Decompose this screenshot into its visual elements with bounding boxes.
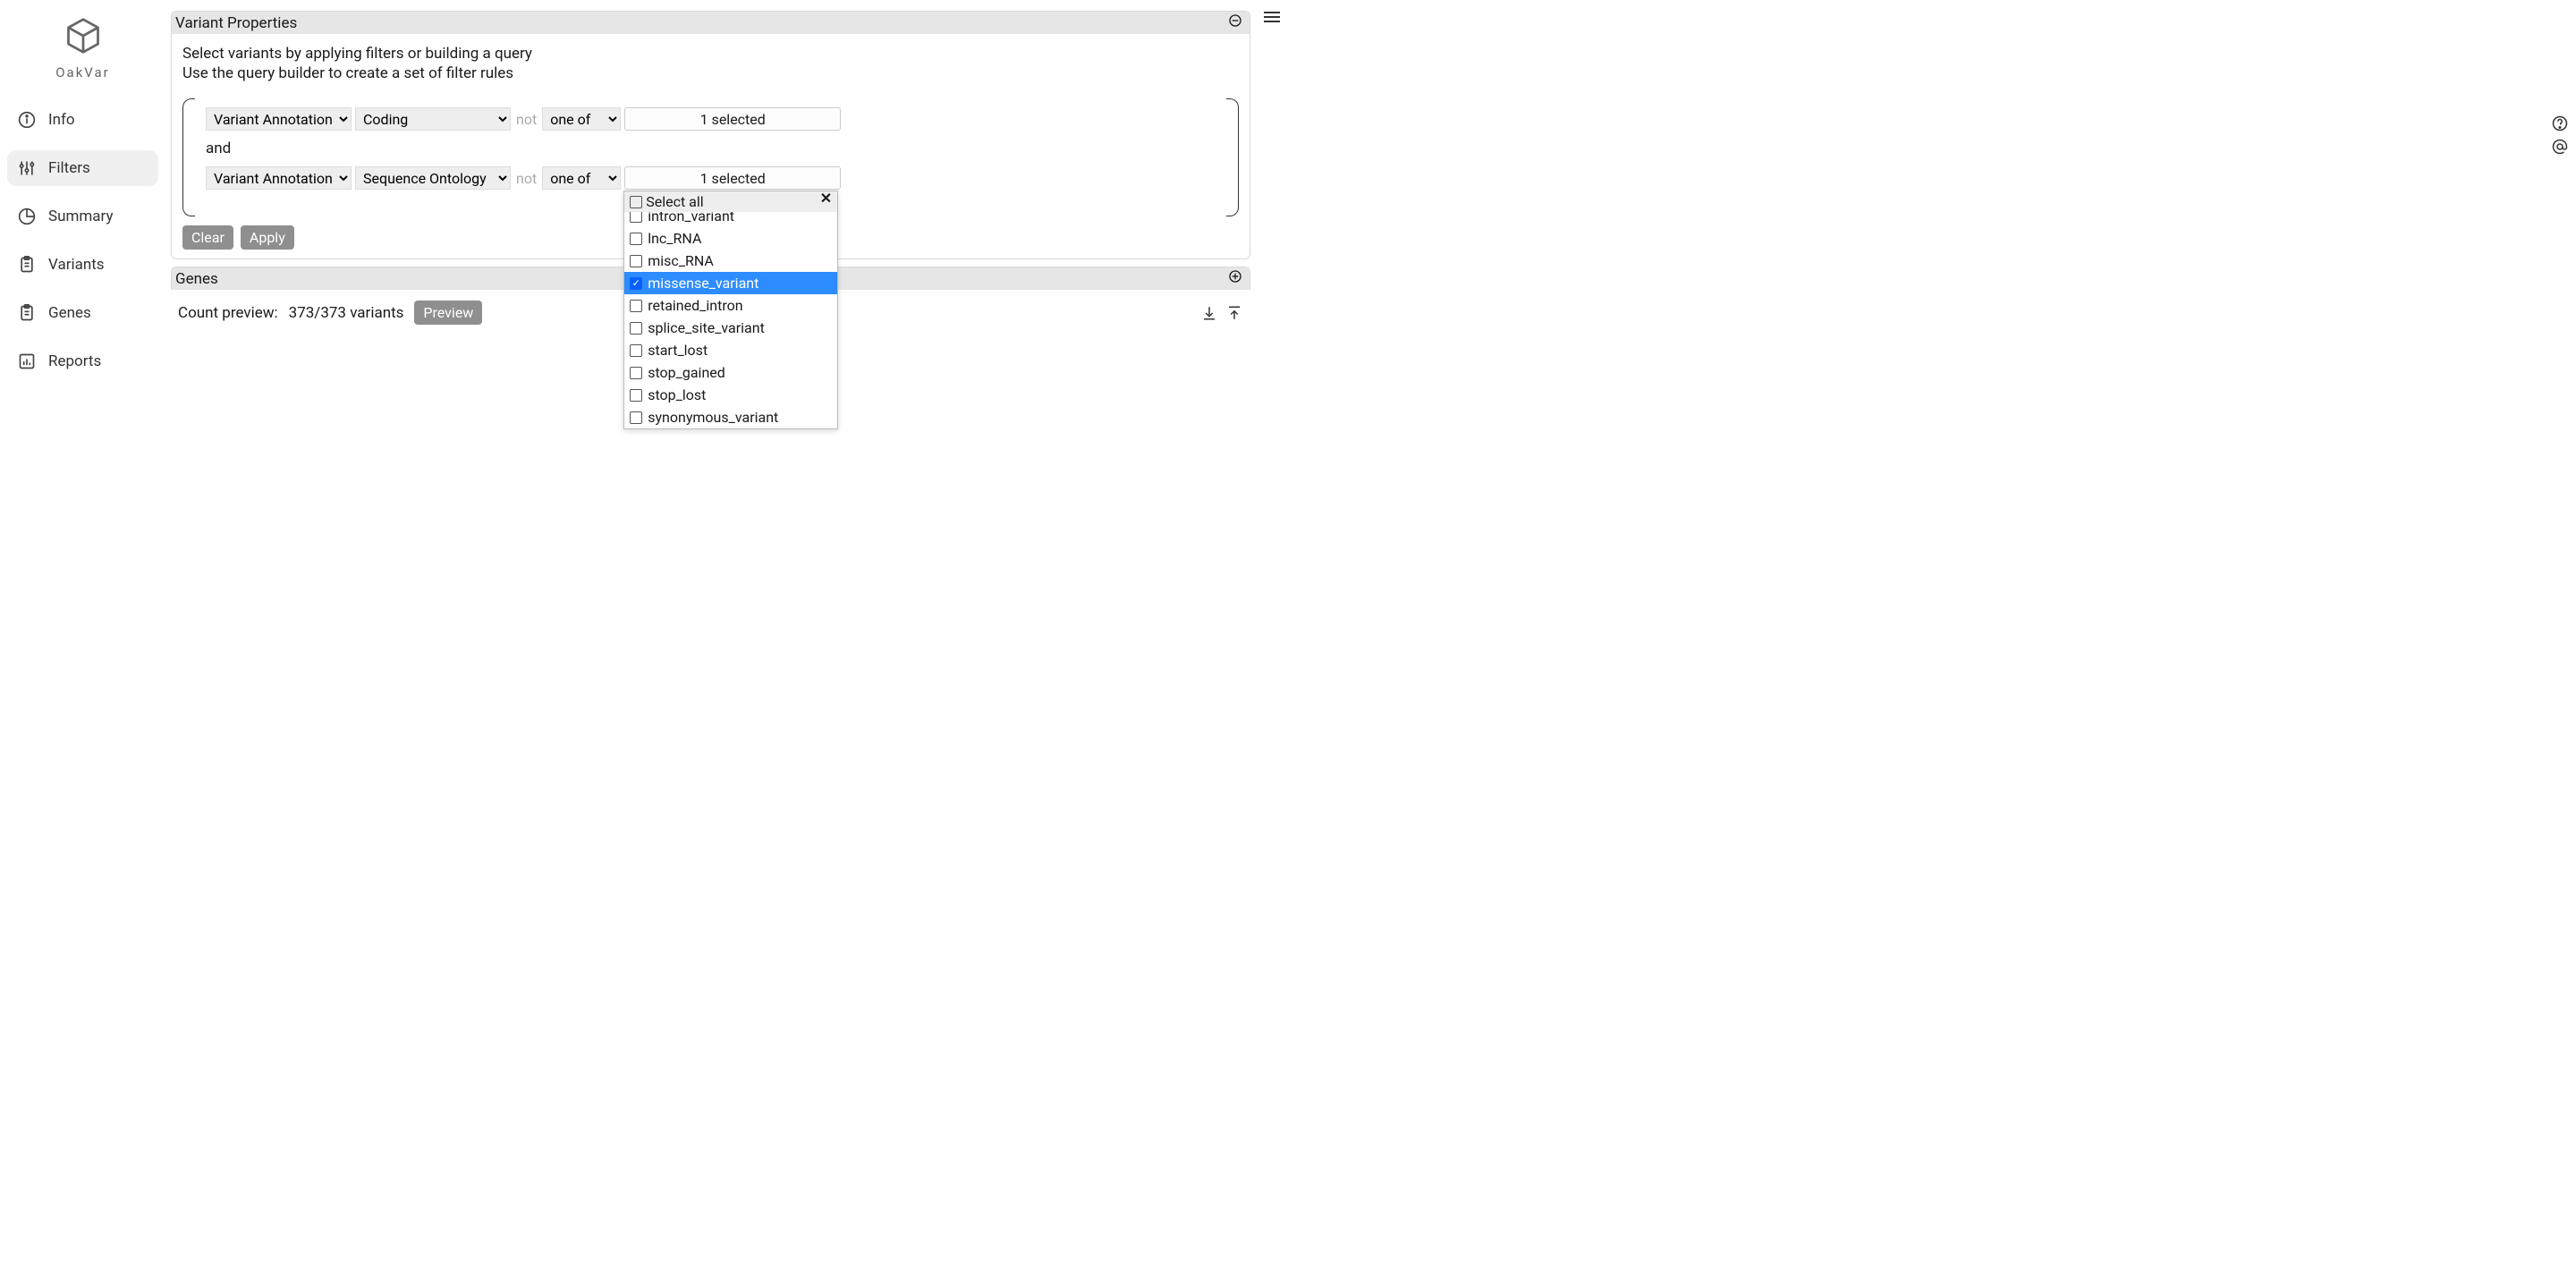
panel-header[interactable]: Variant Properties [172,12,1250,34]
intro-line-2: Use the query builder to create a set of… [182,64,1239,82]
value-summary: 1 selected [700,170,766,187]
sidebar-item-label: Genes [48,304,91,322]
option-label: retained_intron [648,297,742,314]
right-rail [1256,0,1288,644]
mention-icon[interactable] [2551,138,2569,156]
sidebar-item-genes[interactable]: Genes [7,295,158,331]
multiselect-dropdown: Select all ✕ intron_variant [623,191,838,429]
menu-icon[interactable] [1264,9,1280,25]
sidebar-item-reports[interactable]: Reports [7,343,158,379]
option-label: synonymous_variant [648,409,778,426]
checkbox-icon[interactable] [630,255,642,267]
column-select[interactable]: Coding [355,107,511,131]
count-preview-label: Count preview: [178,304,278,322]
dropdown-header: Select all ✕ [624,191,837,212]
panel-title: Genes [175,270,218,288]
checkbox-icon[interactable] [630,389,642,402]
query-joiner: and [206,140,1216,157]
dropdown-option[interactable]: misc_RNA [624,250,837,272]
panel-title: Variant Properties [175,14,297,32]
value-summary: 1 selected [700,111,766,128]
checkbox-icon[interactable] [630,233,642,245]
main: Variant Properties Select variants by ap… [165,0,1256,644]
option-label: misc_RNA [648,252,714,269]
count-preview-value: 373/373 variants [289,304,404,322]
bracket-left-icon [182,98,195,216]
checkbox-icon[interactable] [630,300,642,312]
option-label: stop_lost [648,386,706,403]
select-all-checkbox[interactable] [630,196,642,208]
select-all-label[interactable]: Select all [646,193,703,210]
dropdown-option[interactable]: intron_variant [624,212,837,227]
dropdown-option[interactable]: splice_site_variant [624,317,837,339]
clear-button[interactable]: Clear [182,225,233,250]
bar-chart-icon [18,352,36,370]
sliders-icon [18,159,36,177]
column-select[interactable]: Sequence Ontology [355,166,511,190]
sidebar-item-label: Info [48,111,75,129]
query-row: Variant Annotation Sequence Ontology not… [206,166,1216,190]
checkbox-icon[interactable] [630,277,642,290]
sidebar-item-label: Summary [48,208,113,225]
sidebar-item-summary[interactable]: Summary [7,199,158,234]
source-select[interactable]: Variant Annotation [206,166,352,190]
option-label: start_lost [648,342,708,359]
clipboard-icon [18,256,36,274]
not-label: not [514,170,538,187]
dropdown-option[interactable]: start_lost [624,339,837,361]
download-icon[interactable] [1200,304,1218,322]
expand-icon[interactable] [1228,269,1242,288]
sidebar-item-info[interactable]: Info [7,102,158,138]
option-label: intron_variant [648,212,734,225]
operator-select[interactable]: one of [542,166,621,190]
close-icon[interactable]: ✕ [820,190,832,207]
clipboard-icon [18,304,36,322]
collapse-icon[interactable] [1228,13,1242,32]
sidebar-item-label: Variants [48,256,105,274]
option-label: stop_gained [648,364,725,381]
brand-name: OakVar [55,64,110,80]
apply-button[interactable]: Apply [241,225,294,250]
option-label: missense_variant [648,275,758,292]
option-label: splice_site_variant [648,319,765,336]
dropdown-option[interactable]: missense_variant [624,272,837,294]
brand-logo-icon [64,16,103,59]
dropdown-option[interactable]: stop_lost [624,384,837,406]
checkbox-icon[interactable] [630,411,642,424]
sidebar-item-filters[interactable]: Filters [7,150,158,186]
dropdown-scroll[interactable]: intron_variant lnc_RNA mis [624,212,837,428]
checkbox-icon[interactable] [630,212,642,223]
variant-properties-panel: Variant Properties Select variants by ap… [171,11,1250,259]
operator-select[interactable]: one of [542,107,621,131]
info-icon [18,111,36,129]
sidebar-item-label: Filters [48,159,90,177]
bracket-right-icon [1226,98,1239,216]
not-label: not [514,111,538,128]
checkbox-icon[interactable] [630,367,642,379]
sidebar-item-variants[interactable]: Variants [7,247,158,283]
dropdown-option[interactable]: synonymous_variant [624,406,837,428]
intro-line-1: Select variants by applying filters or b… [182,45,1239,63]
checkbox-icon[interactable] [630,344,642,357]
brand: OakVar [7,16,158,80]
option-label: lnc_RNA [648,230,701,247]
value-multiselect[interactable]: 1 selected [624,107,841,131]
sidebar-item-label: Reports [48,352,101,370]
dropdown-option[interactable]: stop_gained [624,361,837,384]
sidebar: OakVar Info Filters Summary Variants [0,0,165,644]
help-icon[interactable] [2551,114,2569,132]
query-builder: Variant Annotation Coding not one of 1 s… [182,98,1239,216]
pie-chart-icon [18,208,36,225]
checkbox-icon[interactable] [630,322,642,335]
dropdown-option[interactable]: lnc_RNA [624,227,837,250]
value-multiselect[interactable]: 1 selected Select all ✕ [624,166,841,190]
dropdown-option[interactable]: retained_intron [624,294,837,317]
upload-icon[interactable] [1225,304,1243,322]
source-select[interactable]: Variant Annotation [206,107,352,131]
query-row: Variant Annotation Coding not one of 1 s… [206,107,1216,131]
preview-button[interactable]: Preview [414,301,482,325]
